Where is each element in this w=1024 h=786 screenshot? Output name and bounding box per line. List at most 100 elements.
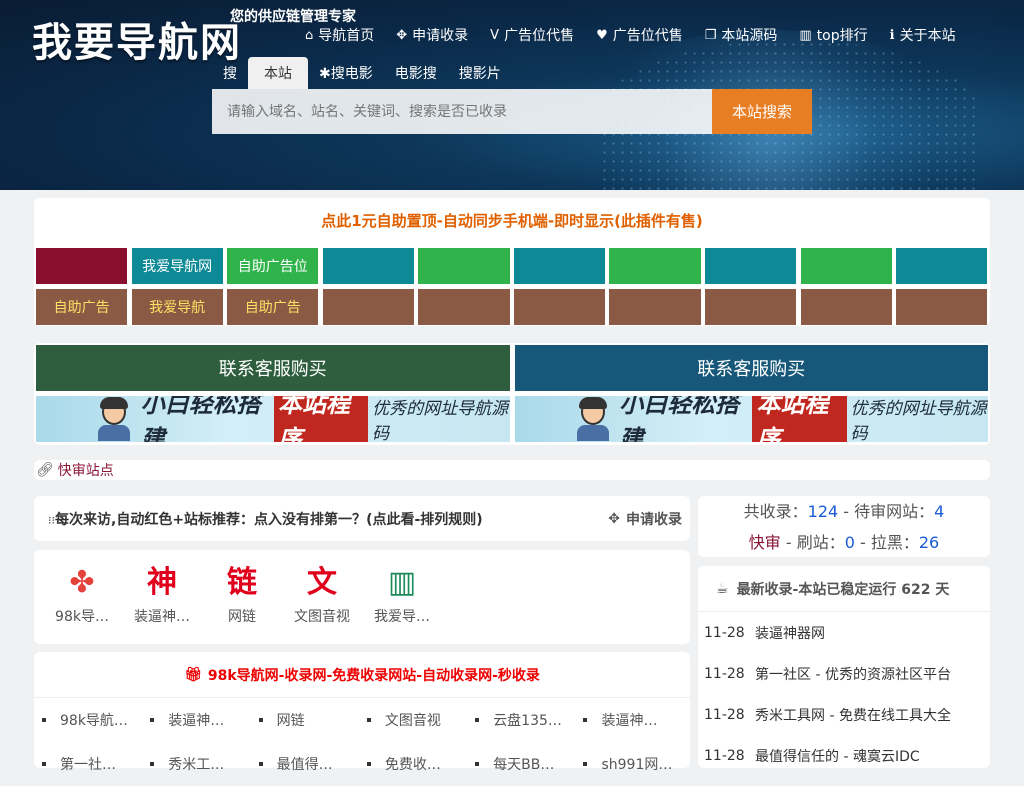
- search-tab[interactable]: 本站: [248, 57, 308, 89]
- ad-slot[interactable]: [418, 248, 510, 284]
- top-site[interactable]: ▥ 我爱导…: [362, 550, 442, 644]
- nav-item[interactable]: V 广告位代售: [490, 25, 574, 45]
- ad-slot[interactable]: [705, 248, 797, 284]
- fast-review-label: 快审站点: [57, 463, 114, 479]
- latest-row[interactable]: 11-28 第一社区 - 优秀的资源社区平台: [698, 653, 990, 694]
- collect-item[interactable]: 装逼神…: [583, 698, 691, 742]
- nav-item[interactable]: ℹ 关于本站: [890, 25, 956, 45]
- pinwheel-icon: ✤: [69, 565, 95, 600]
- ad-slot[interactable]: 我爱导航网: [131, 248, 223, 284]
- collect-item[interactable]: 最值得…: [259, 742, 367, 786]
- top-site[interactable]: 链网链: [202, 550, 282, 644]
- apply-link[interactable]: ✥ 申请收录: [608, 509, 682, 529]
- ad-slot[interactable]: [800, 289, 892, 325]
- top-site-label: 网链: [228, 609, 256, 625]
- latest-row[interactable]: 11-28 秀米工具网 - 免费在线工具大全: [698, 694, 990, 735]
- ad-slot[interactable]: [896, 289, 988, 325]
- search-input[interactable]: [212, 89, 712, 134]
- cartoon-avatar: [576, 397, 609, 441]
- nav-item[interactable]: ❐ 本站源码: [705, 25, 778, 45]
- nav-item[interactable]: ⌂ 导航首页: [305, 25, 374, 45]
- ad-slot[interactable]: [513, 248, 606, 284]
- search-tab[interactable]: 搜影片: [448, 57, 512, 89]
- ad-slot[interactable]: 自助广告: [227, 289, 319, 325]
- total-count[interactable]: 124: [808, 502, 839, 521]
- collect-item[interactable]: 云盘135…: [475, 698, 583, 742]
- ad-slot[interactable]: [36, 248, 128, 284]
- refresh-count[interactable]: 0: [845, 533, 855, 552]
- search-button[interactable]: 本站搜索: [712, 89, 812, 134]
- top-sites: ✤ 98k导… 神装逼神… 链网链文文图音视 ▥ 我爱导…: [34, 550, 690, 644]
- latest-text: 最值得信任的 - 魂寞云IDC: [755, 748, 920, 765]
- collect-item[interactable]: 网链: [259, 698, 367, 742]
- top-site[interactable]: ✤ 98k导…: [42, 550, 122, 644]
- stats-panel: 共收录：124 - 待审网站：4 快审 - 刷站：0 - 拉黑：26: [698, 496, 990, 557]
- ad-grid: 我爱导航网 自助广告位自助广告 我爱导航 自助广告: [36, 248, 988, 325]
- ad-slot[interactable]: [896, 248, 988, 284]
- banner-text: 小白轻松搭建: [140, 396, 261, 442]
- collect-item[interactable]: 文图音视: [367, 698, 475, 742]
- collect-item[interactable]: sh991网…: [583, 742, 691, 786]
- rule-bar: ⁝⁝每次来访,自动红色+站标推荐：点入没有排第一？(点此看-排列规则) ✥ 申请收…: [34, 496, 690, 541]
- collect-list: 98k导航… 装逼神… 网链 文图音视 云盘135… 装逼神… 第一社… 秀米工… 最值得… 免费…: [34, 698, 690, 786]
- collect-item[interactable]: 免费收…: [367, 742, 475, 786]
- ad-title[interactable]: 点此1元自助置顶-自动同步手机端-即时显示(此插件有售): [34, 198, 990, 242]
- site-logo[interactable]: 我要导航网: [32, 10, 242, 68]
- move-icon: ✥: [608, 510, 620, 527]
- collect-item[interactable]: 第一社…: [42, 742, 150, 786]
- search-tab[interactable]: 搜: [212, 57, 248, 89]
- banner-ad[interactable]: 小白轻松搭建 本站程序 优秀的网址导航源码: [36, 396, 510, 442]
- ad-slot[interactable]: 自助广告位: [227, 248, 319, 284]
- ad-slot[interactable]: 自助广告: [36, 289, 128, 325]
- latest-row[interactable]: 11-28 装逼神器网: [698, 612, 990, 653]
- banner-ads: 小白轻松搭建 本站程序 优秀的网址导航源码 小白轻松搭建 本站程序 优秀的网址导航源码: [36, 396, 988, 442]
- latest-row[interactable]: 11-28 最值得信任的 - 魂寞云IDC: [698, 735, 990, 776]
- latest-header: ☕︎ 最新收录-本站已稳定运行 622 天: [698, 566, 990, 612]
- banner-text: 小白轻松搭建: [619, 396, 740, 442]
- banner-ad[interactable]: 小白轻松搭建 本站程序 优秀的网址导航源码: [514, 396, 988, 442]
- pending-count[interactable]: 4: [934, 502, 944, 521]
- rule-link: (点此看-排列规则): [366, 511, 483, 528]
- ad-slot[interactable]: [322, 248, 414, 284]
- search-tab[interactable]: 电影搜: [384, 57, 448, 89]
- gift-icon: 🎁︎: [184, 666, 202, 683]
- ad-slot[interactable]: [322, 289, 414, 325]
- move-icon: ✥: [396, 27, 408, 43]
- banner-text: 优秀的网址导航源码: [850, 399, 987, 442]
- nav-item[interactable]: ♥ 广告位代售: [596, 25, 683, 45]
- collect-title[interactable]: 98k导航网-收录网-免费收录网站-自动收录网-秒收录: [208, 665, 540, 685]
- chain-icon: 链: [227, 565, 257, 600]
- fast-review-link[interactable]: 快审: [749, 533, 781, 552]
- avatar-hair: [100, 397, 128, 409]
- search-tabs: 搜本站 ✱搜电影 电影搜 搜影片: [212, 57, 512, 89]
- buy-button[interactable]: 联系客服购买: [36, 345, 510, 391]
- ad-slot[interactable]: [609, 289, 701, 325]
- top-site[interactable]: 神装逼神…: [122, 550, 202, 644]
- collect-item[interactable]: 秀米工…: [150, 742, 258, 786]
- top-site[interactable]: 文文图音视: [282, 550, 362, 644]
- nav-item[interactable]: ▥ top排行: [799, 25, 867, 45]
- ad-slot[interactable]: [800, 248, 892, 284]
- blacklist-count[interactable]: 26: [919, 533, 939, 552]
- collect-item[interactable]: 98k导航…: [42, 698, 150, 742]
- banner-text: 优秀的网址导航源码: [372, 399, 509, 442]
- ad-slot[interactable]: [418, 289, 510, 325]
- collect-item[interactable]: 每天BB…: [475, 742, 583, 786]
- nav-item[interactable]: ✥ 申请收录: [396, 25, 468, 45]
- heart-icon: ♥: [596, 27, 608, 43]
- info-icon: ℹ: [889, 27, 895, 43]
- top-site-label: 我爱导…: [374, 609, 430, 625]
- bars-icon: ▥: [387, 565, 417, 600]
- buy-button[interactable]: 联系客服购买: [514, 345, 988, 391]
- ad-slot[interactable]: 我爱导航: [131, 289, 223, 325]
- search-tab[interactable]: ✱搜电影: [308, 57, 384, 89]
- ad-slot[interactable]: [609, 248, 701, 284]
- ad-slot[interactable]: [513, 289, 606, 325]
- collect-item[interactable]: 装逼神…: [150, 698, 258, 742]
- fast-review[interactable]: 🔗︎ 快审站点: [34, 460, 990, 480]
- top-site-label: 文图音视: [294, 609, 350, 625]
- ad-slot[interactable]: [705, 289, 797, 325]
- top-site-label: 装逼神…: [134, 609, 190, 625]
- home-icon: ⌂: [305, 27, 314, 43]
- rule-text[interactable]: ⁝⁝每次来访,自动红色+站标推荐：点入没有排第一？(点此看-排列规则): [48, 509, 483, 529]
